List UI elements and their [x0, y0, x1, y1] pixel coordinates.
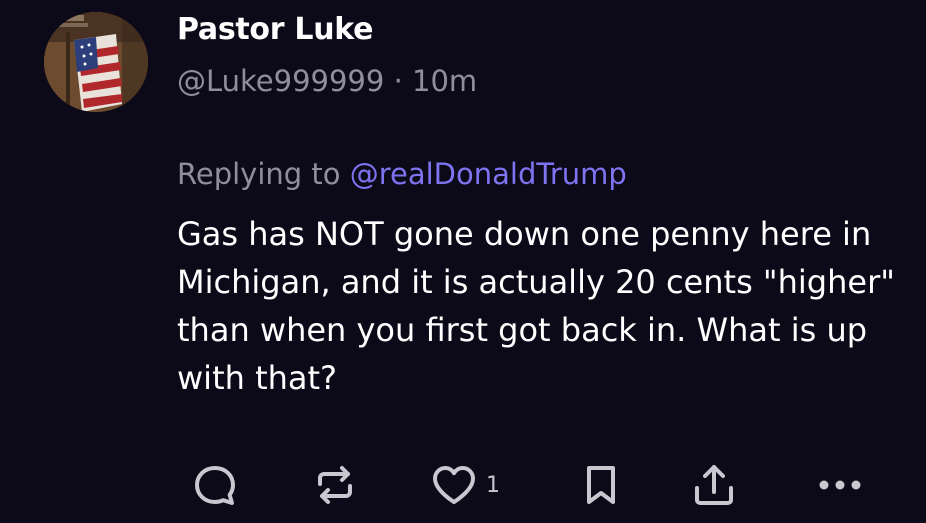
- bookmark-icon: [587, 466, 615, 504]
- bookmark-button[interactable]: [578, 455, 624, 515]
- author-name[interactable]: Pastor Luke: [177, 12, 373, 47]
- avatar-flag-image: [44, 12, 148, 112]
- more-options-button[interactable]: [816, 455, 864, 515]
- reply-button[interactable]: [192, 455, 238, 515]
- repost-arrows-icon: [318, 466, 352, 504]
- heart-icon: [433, 466, 475, 504]
- repost-button[interactable]: [312, 455, 358, 515]
- ellipsis-icon: [819, 480, 861, 490]
- reply-prefix: Replying to: [177, 157, 341, 191]
- avatar[interactable]: [44, 12, 148, 112]
- share-button[interactable]: [690, 455, 738, 515]
- post-meta: @Luke999999 · 10m: [177, 64, 477, 98]
- action-bar: 1: [0, 455, 926, 515]
- reply-mention-link[interactable]: @realDonaldTrump: [350, 157, 627, 191]
- share-upload-icon: [695, 465, 733, 505]
- post-timestamp[interactable]: 10m: [412, 64, 477, 98]
- like-count: 1: [486, 472, 500, 498]
- speech-bubble-icon: [195, 466, 235, 505]
- reply-context: Replying to @realDonaldTrump: [177, 157, 627, 191]
- post-body: Gas has NOT gone down one penny here in …: [177, 215, 895, 397]
- author-handle[interactable]: @Luke999999: [177, 64, 384, 98]
- post-card: Pastor Luke @Luke999999 · 10m Replying t…: [0, 0, 926, 523]
- like-button[interactable]: 1: [430, 455, 500, 515]
- meta-separator: ·: [393, 64, 403, 98]
